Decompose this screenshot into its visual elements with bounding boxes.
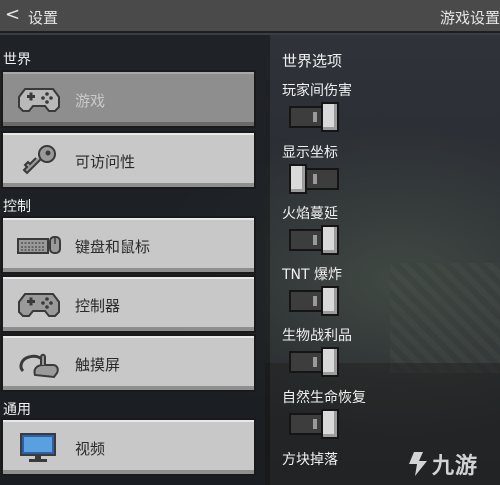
section-world: 世界 (3, 52, 31, 68)
toggle-show-coordinates[interactable] (289, 164, 339, 194)
back-icon[interactable]: < (5, 4, 20, 25)
toggle-knob (289, 164, 307, 194)
sidebar-item-controller[interactable]: 控制器 (1, 275, 256, 333)
toggle-knob (321, 102, 339, 132)
sidebar-item-touchscreen[interactable]: 触摸屏 (1, 334, 256, 392)
watermark: 九游 (432, 454, 479, 479)
option-label-show-coordinates: 显示坐标 (282, 145, 338, 161)
toggle-fire-spread[interactable] (289, 225, 339, 255)
monitor-icon (20, 433, 56, 462)
section-title: 游戏设置 (439, 9, 500, 27)
watermark-logo-icon (409, 452, 427, 476)
sidebar-item-video[interactable]: 视频 (1, 418, 256, 476)
option-label-mob-loot: 生物战利品 (282, 328, 352, 344)
sidebar-item-game[interactable]: 游戏 (1, 70, 256, 128)
sidebar-item-label: 键盘和鼠标 (75, 238, 151, 256)
sidebar-item-label: 触摸屏 (75, 356, 121, 374)
toggle-knob (321, 409, 339, 439)
gamepad-icon (18, 293, 60, 317)
key-icon (22, 145, 56, 175)
toggle-natural-regeneration[interactable] (289, 409, 339, 439)
toggle-knob (321, 347, 339, 377)
option-label-tile-drops: 方块掉落 (282, 452, 338, 468)
sidebar-item-label: 可访问性 (75, 153, 136, 171)
option-label-pvp: 玩家间伤害 (282, 83, 352, 99)
toggle-knob (321, 225, 339, 255)
sidebar-item-label: 控制器 (75, 297, 121, 315)
toggle-pvp[interactable] (289, 102, 339, 132)
keyboard-mouse-icon (17, 236, 61, 254)
title-bar: < 设置 游戏设置 (0, 0, 500, 33)
touch-icon (19, 353, 59, 379)
gamepad-icon (18, 88, 60, 112)
page-title: 设置 (28, 9, 59, 27)
sidebar-item-label: 视频 (75, 440, 106, 458)
options-header: 世界选项 (282, 52, 343, 70)
sidebar-item-accessibility[interactable]: 可访问性 (1, 131, 256, 189)
option-label-tnt-explodes: TNT 爆炸 (282, 267, 343, 283)
sidebar-item-label: 游戏 (75, 92, 106, 110)
option-label-natural-regeneration: 自然生命恢复 (282, 390, 366, 406)
toggle-knob (321, 286, 339, 316)
toggle-mob-loot[interactable] (289, 347, 339, 377)
sidebar-item-keyboard-mouse[interactable]: 键盘和鼠标 (1, 216, 256, 274)
option-label-fire-spread: 火焰蔓延 (282, 206, 338, 222)
toggle-tnt-explodes[interactable] (289, 286, 339, 316)
section-general: 通用 (3, 402, 31, 418)
section-controls: 控制 (3, 199, 31, 215)
